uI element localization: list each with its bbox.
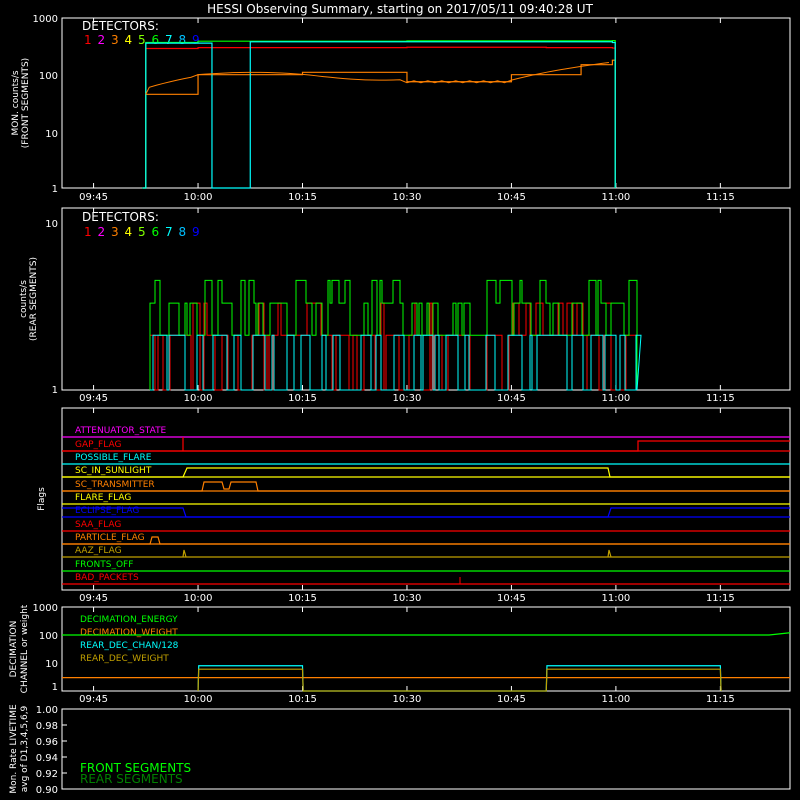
panel5-legend: FRONT SEGMENTSREAR SEGMENTS (80, 761, 191, 786)
figure-title: HESSI Observing Summary, starting on 201… (207, 2, 593, 16)
xtick-label: 10:30 (393, 694, 422, 705)
legend-detector-8: 8 (179, 225, 187, 239)
xtick-label: 10:45 (497, 393, 526, 404)
flag-label-11: BAD_PACKETS (75, 573, 139, 583)
panel4-ytick-1000: 1000 (33, 603, 58, 614)
xtick-label: 10:45 (497, 694, 526, 705)
xtick-label: 10:00 (184, 192, 213, 203)
legend-detector-9: 9 (192, 33, 200, 47)
legend-detector-4: 4 (125, 225, 133, 239)
xtick-label: 09:45 (79, 694, 108, 705)
decimation-legend-2: REAR_DEC_CHAN/128 (80, 641, 179, 651)
livetime-ytick: 0.90 (36, 785, 58, 796)
panel2-ylabel-2: (REAR SEGMENTS) (29, 257, 39, 341)
xtick-label: 10:45 (497, 192, 526, 203)
legend-detector-4: 4 (125, 33, 133, 47)
xtick-label: 11:00 (601, 694, 630, 705)
xtick-label: 10:15 (288, 393, 317, 404)
legend-detector-7: 7 (165, 225, 173, 239)
panel3-ylabel: Flags (37, 487, 47, 511)
xtick-label: 10:15 (288, 694, 317, 705)
xtick-label: 11:15 (706, 192, 735, 203)
legend-detector-3: 3 (111, 33, 119, 47)
xtick-label: 10:00 (184, 393, 213, 404)
flag-label-8: PARTICLE_FLAG (75, 533, 145, 543)
panel1-ytick-1000: 1000 (33, 14, 58, 25)
decimation-legend-3: REAR_DEC_WEIGHT (80, 654, 169, 664)
panel1-ytick-1: 1 (52, 184, 58, 195)
legend-detector-8: 8 (179, 33, 187, 47)
xtick-label: 09:45 (79, 192, 108, 203)
legend-detector-6: 6 (152, 225, 160, 239)
flag-label-2: POSSIBLE_FLARE (75, 453, 152, 463)
xtick-label: 09:45 (79, 393, 108, 404)
decimation-legend-0: DECIMATION_ENERGY (80, 615, 178, 625)
livetime-ytick: 0.94 (36, 753, 58, 764)
panel5-ylabel-1: Mon. Rate LIVETIME (9, 704, 19, 794)
legend-detector-2: 2 (98, 225, 106, 239)
livetime-ytick: 0.96 (36, 737, 58, 748)
flag-label-10: FRONTS_OFF (75, 560, 133, 570)
flag-label-1: GAP_FLAG (75, 440, 121, 450)
legend-detector-7: 7 (165, 33, 173, 47)
panel2-ytick-10: 10 (45, 219, 58, 230)
panel5-ylabel-2: avg of D1,3,4,5,6,9 (20, 705, 30, 792)
decimation-legend-1: DECIMATION_WEIGHT (80, 628, 178, 638)
panel4-ylabel-2: CHANNEL or weight (20, 604, 30, 693)
panel1-ytick-10: 10 (45, 129, 58, 140)
xtick-label: 10:30 (393, 593, 422, 604)
legend-detector-5: 5 (138, 225, 146, 239)
panel1-ylabel-2: (FRONT SEGMENTS) (21, 58, 31, 148)
xtick-label: 11:15 (706, 593, 735, 604)
panel1-ytick-100: 100 (39, 71, 58, 82)
legend-detector-2: 2 (98, 33, 106, 47)
panel1-legend-numbers: 123456789 (84, 33, 200, 47)
livetime-ytick: 1.00 (36, 705, 58, 716)
flag-label-4: SC_TRANSMITTER (75, 480, 155, 490)
flag-label-5: FLARE_FLAG (75, 493, 131, 503)
xtick-label: 10:30 (393, 393, 422, 404)
legend-detector-1: 1 (84, 33, 92, 47)
legend-detector-5: 5 (138, 33, 146, 47)
xtick-label: 10:15 (288, 593, 317, 604)
xtick-label: 10:15 (288, 192, 317, 203)
xtick-label: 11:00 (601, 393, 630, 404)
panel2-ytick-1: 1 (52, 385, 58, 396)
panel4-ylabel-1: DECIMATION (9, 621, 19, 678)
xtick-label: 11:15 (706, 393, 735, 404)
livetime-legend-1: REAR SEGMENTS (80, 772, 183, 786)
flag-label-9: AAZ_FLAG (75, 546, 122, 556)
flag-label-3: SC_IN_SUNLIGHT (75, 466, 152, 476)
xtick-label: 10:00 (184, 593, 213, 604)
legend-detector-3: 3 (111, 225, 119, 239)
xtick-label: 10:45 (497, 593, 526, 604)
livetime-ytick: 0.92 (36, 769, 58, 780)
panel2-ylabel-1: counts/s (19, 280, 29, 318)
xtick-label: 09:45 (79, 593, 108, 604)
legend-detector-1: 1 (84, 225, 92, 239)
legend-detector-9: 9 (192, 225, 200, 239)
xtick-label: 11:00 (601, 192, 630, 203)
panel4-ytick-100: 100 (39, 631, 58, 642)
panel2-legend-numbers: 123456789 (84, 225, 200, 239)
xtick-label: 10:30 (393, 192, 422, 203)
xtick-label: 11:15 (706, 694, 735, 705)
flag-label-7: SAA_FLAG (75, 520, 121, 530)
panel4-ytick-10: 10 (45, 659, 58, 670)
xtick-label: 11:00 (601, 593, 630, 604)
panel1-ylabel-1: MON. counts/s (11, 70, 21, 135)
flag-label-0: ATTENUATOR_STATE (75, 426, 167, 436)
panel4-ytick-1: 1 (52, 682, 58, 693)
legend-detector-6: 6 (152, 33, 160, 47)
xtick-label: 10:00 (184, 694, 213, 705)
summary-figure: HESSI Observing Summary, starting on 201… (0, 0, 800, 800)
livetime-ytick: 0.98 (36, 721, 58, 732)
